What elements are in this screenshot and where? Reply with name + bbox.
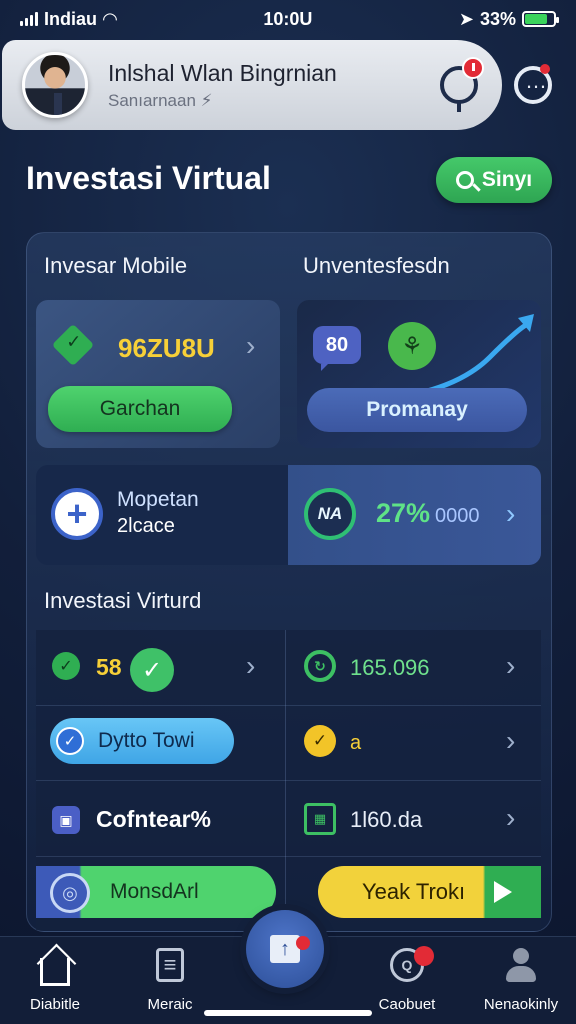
battery-percent: 33%	[479, 8, 516, 29]
chevron-right-icon[interactable]: ›	[506, 650, 515, 682]
grid-value: a	[350, 732, 362, 754]
chevron-right-icon[interactable]: ›	[246, 330, 255, 362]
na-badge-icon: NA	[304, 488, 356, 540]
signal-icon	[20, 12, 38, 26]
plus-icon: +	[51, 488, 103, 540]
swirl-icon: ◎	[50, 873, 90, 913]
location-icon: ➤	[458, 8, 474, 29]
chart-icon: ▦	[304, 803, 336, 835]
grid-divider	[36, 856, 541, 857]
center-action-button[interactable]: ↑	[246, 910, 324, 988]
yellow-check-icon: ✓	[304, 725, 336, 757]
wifi-icon: ◠	[103, 8, 117, 29]
avatar[interactable]	[22, 52, 88, 118]
check-circle-icon: ✓	[130, 648, 174, 692]
grid-value: 58	[96, 654, 122, 680]
balance-value: 96ZU8U	[118, 333, 215, 363]
nav-item-home[interactable]	[5, 948, 105, 986]
chevron-right-icon[interactable]: ›	[246, 650, 255, 682]
grid-value: Cofntear%	[96, 806, 212, 832]
message-badge	[540, 64, 550, 74]
grid-divider	[36, 705, 541, 706]
balance-action-button[interactable]: Garchan	[48, 386, 232, 432]
search-button[interactable]: Sinyı	[436, 157, 552, 203]
return-percent: 27%	[376, 498, 431, 528]
profile-subtitle: Sanıarnaan ⚡	[108, 90, 213, 110]
return-value: 0000	[435, 505, 480, 527]
clock: 10:0U	[263, 8, 313, 29]
play-icon[interactable]	[494, 881, 512, 903]
home-indicator[interactable]	[204, 1010, 372, 1016]
search-button-label: Sinyı	[481, 168, 533, 191]
nav-item-chat[interactable]: Q	[357, 948, 457, 982]
promo-button[interactable]: Promanay	[307, 388, 527, 432]
badge-chat-icon: 80	[313, 326, 361, 371]
search-icon	[455, 171, 474, 189]
section-label-virtual: Investasi Virturd	[44, 588, 202, 613]
nav-label-home: Diabitle	[29, 996, 81, 1013]
chat-check-icon: ✓	[52, 652, 80, 680]
status-bar: Indiau ◠ 10:0U ➤ 33%	[0, 0, 576, 38]
profile-header[interactable]: Inlshal Wlan Bingrnian Sanıarnaan ⚡	[2, 40, 502, 130]
chevron-right-icon[interactable]: ›	[506, 802, 515, 834]
fab-badge	[296, 936, 310, 950]
document-icon	[156, 948, 184, 982]
document-icon: ▣	[52, 806, 80, 834]
nav-label-profile: Nenaokinly	[483, 996, 559, 1013]
nav-item-profile[interactable]	[471, 948, 571, 984]
center-action-icon: ↑	[270, 935, 300, 963]
battery-icon	[522, 11, 559, 27]
check-icon: ✓	[56, 727, 84, 755]
upload-title: Mopetan	[117, 488, 199, 511]
home-icon	[40, 958, 70, 986]
grid-value: 1l60.da	[350, 807, 423, 832]
chat-badge	[414, 946, 434, 966]
section-label-investment: Unventesfesdn	[303, 253, 450, 278]
page-title: Investasi Virtual	[26, 160, 271, 196]
notification-badge	[462, 57, 484, 79]
upload-subtitle: 2lcace	[117, 515, 175, 537]
profile-name: Inlshal Wlan Bingrnian	[108, 59, 337, 86]
chevron-right-icon[interactable]: ›	[506, 725, 515, 757]
refresh-icon: ↻	[304, 650, 336, 682]
chevron-right-icon[interactable]: ›	[506, 498, 515, 530]
grid-value: 165.096	[350, 655, 430, 680]
section-label-mobile: Invesar Mobile	[44, 253, 188, 278]
user-icon	[504, 948, 538, 984]
nav-item-documents[interactable]	[120, 948, 220, 982]
grid-divider	[36, 780, 541, 781]
carrier-label: Indiau	[44, 8, 97, 29]
